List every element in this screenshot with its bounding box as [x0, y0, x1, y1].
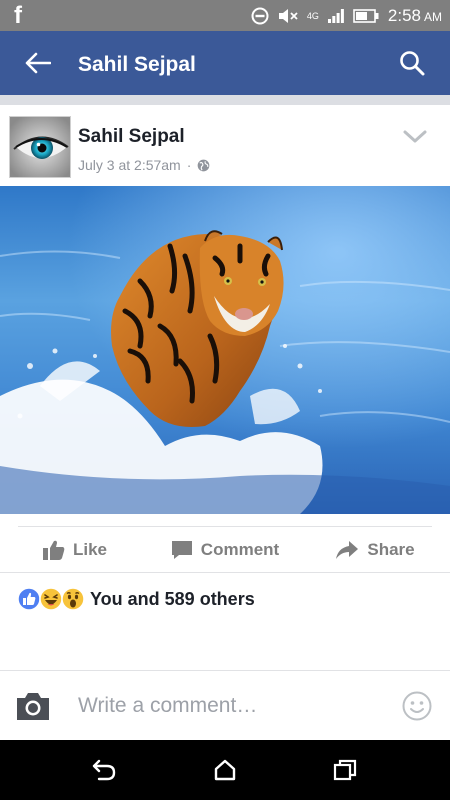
avatar[interactable] [9, 116, 71, 178]
reaction-summary[interactable]: You and 589 others [90, 589, 255, 610]
mute-icon [278, 9, 298, 23]
nav-back-icon [92, 759, 116, 781]
nav-recents-icon [333, 759, 357, 781]
post-author[interactable]: Sahil Sejpal [78, 126, 185, 148]
system-nav-bar [0, 740, 450, 800]
post-actions: Like Comment Share [0, 528, 450, 572]
search-button[interactable] [394, 45, 430, 81]
actions-divider [18, 526, 432, 527]
signal-icon [327, 9, 344, 23]
back-arrow-icon [25, 52, 51, 74]
globe-icon [198, 159, 210, 171]
wow-reaction-icon [61, 587, 85, 611]
chevron-down-icon[interactable] [402, 128, 428, 146]
share-label: Share [367, 540, 415, 559]
comment-label: Comment [200, 540, 280, 559]
clock-ampm: AM [424, 10, 442, 24]
post-photo[interactable] [0, 186, 450, 514]
camera-icon[interactable] [15, 690, 51, 722]
back-button[interactable] [20, 45, 56, 81]
nav-recents-button[interactable] [325, 754, 365, 786]
battery-icon [353, 9, 379, 23]
status-bar: f 4G 2:58 AM [0, 0, 450, 31]
search-icon [400, 51, 425, 76]
like-button[interactable]: Like [0, 528, 150, 572]
status-icons: 4G 2:58 AM [251, 6, 442, 26]
comment-divider [0, 670, 450, 671]
nav-back-button[interactable] [84, 754, 124, 786]
thumbs-up-icon [42, 540, 65, 560]
do-not-disturb-icon [251, 7, 269, 25]
meta-separator: · [186, 157, 192, 173]
eye-avatar-icon [10, 117, 70, 177]
tiger-photo [0, 186, 450, 514]
header-divider [0, 95, 450, 105]
post-meta: July 3 at 2:57am · [78, 157, 210, 173]
share-arrow-icon [336, 541, 359, 559]
like-reaction-icon [17, 587, 41, 611]
share-button[interactable]: Share [300, 528, 450, 572]
nav-home-icon [214, 759, 236, 781]
comment-bubble-icon [171, 541, 192, 559]
facebook-notification-icon: f [14, 2, 22, 29]
clock: 2:58 AM [388, 6, 442, 26]
smiley-icon[interactable] [402, 691, 432, 721]
nav-home-button[interactable] [205, 754, 245, 786]
like-label: Like [72, 540, 108, 559]
post-timestamp[interactable]: July 3 at 2:57am [78, 157, 181, 173]
reaction-icons[interactable] [17, 587, 85, 611]
comment-button[interactable]: Comment [150, 528, 300, 572]
page-title: Sahil Sejpal [78, 53, 196, 76]
app-bar: Sahil Sejpal [0, 31, 450, 95]
actions-bottom-divider [0, 572, 450, 573]
haha-reaction-icon [39, 587, 63, 611]
signal-type-label: 4G [306, 11, 319, 21]
comment-input[interactable] [78, 690, 388, 722]
clock-time: 2:58 [387, 6, 421, 25]
